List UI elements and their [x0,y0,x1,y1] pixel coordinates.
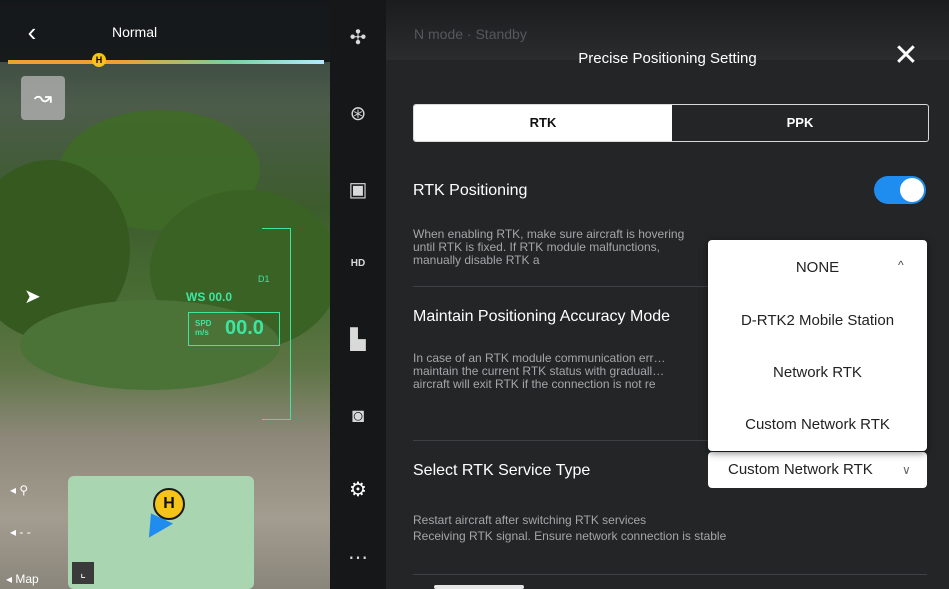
hd-icon[interactable]: HD [340,246,376,282]
back-icon[interactable]: ‹ [12,14,52,50]
distance-label: D1 [258,274,270,284]
controller-icon[interactable]: ▣ [340,172,376,208]
camera-icon[interactable]: ◙ [340,398,376,434]
altitude-bar [8,60,324,64]
speed-value: 00.0 [225,317,264,339]
home-marker: H [92,53,106,67]
flight-status-text: N mode · Standby [414,26,527,42]
expand-icon[interactable]: ⌞ [72,562,94,584]
dropdown-option-d-rtk2[interactable]: D-RTK2 Mobile Station [708,295,927,347]
route-icon[interactable]: ↝ [21,76,65,120]
service-type-select[interactable]: Custom Network RTK ∨ [708,452,927,488]
speed-unit-bottom: m/s [195,328,209,337]
aircraft-icon[interactable]: ✣ [340,20,376,56]
left-controls[interactable]: ◂ ⚲ ◂ - - [0,475,60,565]
settings-rail: ✣ ⊛ ▣ HD ▙ ◙ ⚙ ⋯ [330,0,386,589]
rtk-positioning-toggle[interactable] [874,176,926,204]
service-note-restart: Restart aircraft after switching RTK ser… [413,513,647,527]
toggle-knob [900,178,924,202]
flight-mode-label[interactable]: Normal [112,24,157,40]
service-note-signal: Receiving RTK signal. Ensure network con… [413,529,727,543]
maintain-accuracy-title: Maintain Positioning Accuracy Mode [413,308,671,325]
more-icon[interactable]: ⋯ [340,540,376,576]
rtk-positioning-title: RTK Positioning [413,182,528,199]
level-icon: ◂ - - [10,525,31,539]
service-type-value: Custom Network RTK [728,461,873,478]
service-type-title: Select RTK Service Type [413,462,591,479]
map-label[interactable]: ◂ Map [6,572,39,586]
dropdown-option-custom-network-rtk[interactable]: Custom Network RTK [708,399,927,451]
wind-speed-label: WS 00.0 [186,290,233,304]
maintain-accuracy-desc: In case of an RTK module communication e… [413,351,666,391]
compass-icon[interactable]: ⊛ [340,96,376,132]
speed-unit: SPD m/s [195,319,211,337]
divider [413,574,927,575]
camera-view: ‹ Normal H ↝ ➤ D1 WS 00.0 SPD m/s 00.0 ◂… [0,0,330,589]
chevron-up-icon[interactable]: ^ [898,258,904,272]
dropdown-option-none[interactable]: NONE [708,242,927,294]
settings-panel: N mode · Standby Precise Positioning Set… [386,0,949,589]
map-label-text: Map [15,572,39,586]
navigation-arrow-icon: ➤ [24,286,41,308]
tab-rtk[interactable]: RTK [414,105,672,141]
battery-icon[interactable]: ▙ [340,322,376,358]
rtk-satellite-icon[interactable]: ⚙ [340,472,376,508]
tab-ppk[interactable]: PPK [672,105,928,141]
positioning-mode-tabs: RTK PPK [413,104,929,142]
obstacle-icon: ◂ ⚲ [10,483,29,497]
rtk-positioning-desc: When enabling RTK, make sure aircraft is… [413,227,685,267]
close-icon[interactable]: ✕ [890,40,922,72]
service-type-dropdown: NONE ^ D-RTK2 Mobile Station Network RTK… [708,240,927,451]
chevron-down-icon: ∨ [902,463,911,477]
dropdown-option-network-rtk[interactable]: Network RTK [708,347,927,399]
panel-title: Precise Positioning Setting [578,50,757,67]
speed-unit-top: SPD [195,319,212,328]
scrollbar[interactable] [434,585,524,589]
speed-indicator: SPD m/s 00.0 [188,312,280,346]
minimap[interactable]: H [68,476,254,589]
